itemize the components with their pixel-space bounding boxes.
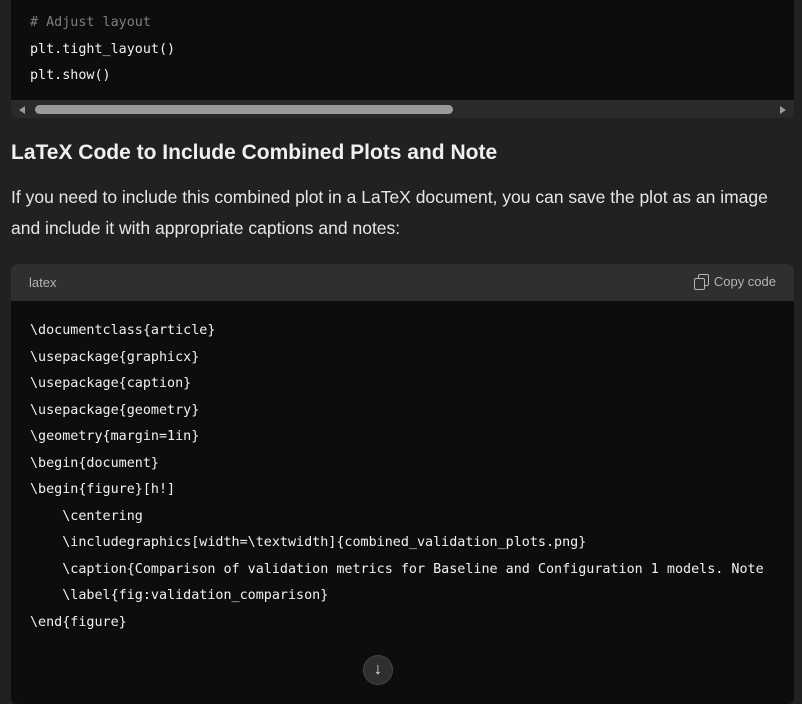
code-line: \usepackage{geometry} [30,402,200,418]
code-line: \usepackage{graphicx} [30,349,200,365]
code-language-label: latex [29,275,57,290]
code-line: # Adjust layout [30,15,151,30]
code-line: \begin{document} [30,455,159,471]
code-body: \documentclass{article} \usepackage{grap… [30,318,764,636]
arrow-down-icon: ↓ [374,661,382,678]
code-line: \includegraphics[width=\textwidth]{combi… [30,535,587,550]
section-heading: LaTeX Code to Include Combined Plots and… [11,141,498,164]
code-line: \label{fig:validation_comparison} [30,588,329,603]
code-line: \geometry{margin=1in} [30,429,200,444]
section-paragraph: If you need to include this combined plo… [11,187,768,238]
code-line: \begin{figure}[h!] [30,482,176,497]
code-line: plt.tight_layout() [30,41,176,57]
code-header: latex Copy code [11,264,794,301]
scroll-to-bottom-button[interactable]: ↓ [363,655,393,685]
horizontal-scrollbar[interactable] [11,100,794,118]
code-line: \usepackage{caption} [30,376,192,391]
copy-code-label: Copy code [713,274,776,289]
code-line: \caption{Comparison of validation metric… [30,561,764,577]
previous-code-block: # Adjust layout plt.tight_layout() plt.s… [11,0,794,118]
code-line: \centering [30,508,143,524]
code-line: \documentclass{article} [30,323,216,338]
code-line: \end{figure} [30,614,127,630]
code-line: plt.show() [30,68,111,83]
copy-icon [693,274,709,290]
scroll-left-icon[interactable] [19,106,25,114]
latex-code-block: latex Copy code \documentclass{article} … [11,264,794,704]
scroll-right-icon[interactable] [780,106,786,114]
scrollbar-thumb[interactable] [35,105,453,114]
copy-code-button[interactable]: Copy code [693,274,776,290]
